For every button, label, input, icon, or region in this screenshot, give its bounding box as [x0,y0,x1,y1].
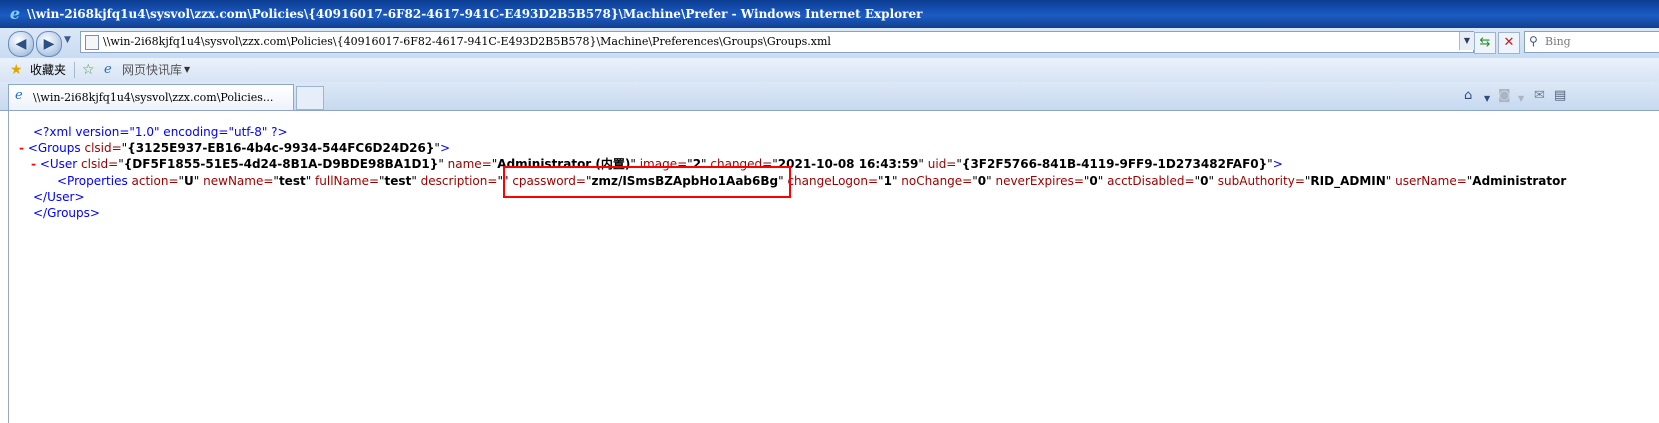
newname-attr: newName= [199,174,274,188]
window-title-bar[interactable]: e \\win-2i68kjfq1u4\sysvol\zzx.com\Polic… [0,0,1659,28]
forward-button[interactable]: ▶ [36,31,62,57]
search-placeholder: Bing [1545,35,1571,48]
window-title: \\win-2i68kjfq1u4\sysvol\zzx.com\Policie… [27,7,923,21]
refresh-button[interactable]: ⇆ [1474,32,1496,54]
address-url[interactable]: \\win-2i68kjfq1u4\sysvol\zzx.com\Policie… [103,32,831,52]
web-slice-gallery-link[interactable]: 网页快讯库 [122,58,182,82]
changelogon-attr: changeLogon= [783,174,879,188]
web-slice-icon: e [104,62,112,77]
changelogon-value: 1 [883,174,892,188]
mail-icon[interactable]: ✉ [1534,89,1545,103]
fullname-attr: fullName= [311,174,380,188]
back-button[interactable]: ◀ [8,31,34,57]
favorites-divider [74,62,75,78]
username-attr: userName= [1391,174,1467,188]
address-dropdown-button[interactable]: ▼ [1459,32,1474,50]
refresh-icon: ⇆ [1479,35,1491,50]
stop-icon: ✕ [1503,35,1515,50]
xml-declaration: <?xml version="1.0" encoding="utf-8" ?> [33,125,288,139]
properties-open-tag: <Properties [57,174,128,188]
user-uid-attr: uid= [923,157,957,171]
groups-clsid-value: {3125E937-EB16-4b4c-9934-544FC6D24D26} [127,141,435,155]
user-open-tag: <User [39,157,78,171]
nochange-attr: noChange= [897,174,973,188]
neverexpires-attr: neverExpires= [991,174,1084,188]
cpassword-highlight-box [503,166,791,198]
acctdisabled-attr: acctDisabled= [1103,174,1195,188]
back-arrow-icon: ◀ [15,36,27,52]
groups-end-tag: </Groups> [33,206,100,220]
groups-close-bracket: > [439,141,451,155]
new-tab-button[interactable] [296,86,324,110]
fullname-value: test [384,174,412,188]
chevron-down-icon: ▼ [1463,36,1471,45]
subauthority-value: RID_ADMIN [1310,174,1386,188]
chevron-down-icon[interactable]: ▼ [1518,92,1524,106]
user-uid-value: {3F2F5766-841B-4119-9FF9-1D273482FAF0} [961,157,1268,171]
tab-bar: e \\win-2i68kjfq1u4\sysvol\zzx.com\Polic… [0,82,1659,111]
description-attr: description= [416,174,498,188]
chevron-down-icon[interactable]: ▼ [184,58,190,82]
print-icon[interactable]: ▤ [1554,89,1566,103]
home-icon[interactable]: ⌂ [1464,89,1472,103]
user-end-tag: </User> [33,190,85,204]
nochange-value: 0 [977,174,987,188]
user-name-attr: name= [443,157,492,171]
xml-document-view: <?xml version="1.0" encoding="utf-8" ?> … [8,111,1659,423]
user-clsid-attr: clsid= [77,157,119,171]
tab-groups-xml[interactable]: e \\win-2i68kjfq1u4\sysvol\zzx.com\Polic… [8,84,294,110]
collapse-toggle[interactable]: - [19,141,24,155]
magnifier-icon: ⚲ [1529,34,1538,48]
user-changed-value: 2021-10-08 16:43:59 [777,157,919,171]
internet-explorer-icon: e [9,4,21,23]
navigation-bar: ◀ ▶ ▼ \\win-2i68kjfq1u4\sysvol\zzx.com\P… [0,28,1659,59]
add-to-favorites-icon[interactable]: ☆ [82,58,95,82]
subauthority-attr: subAuthority= [1213,174,1305,188]
chevron-down-icon[interactable]: ▼ [1484,92,1490,106]
address-bar[interactable]: \\win-2i68kjfq1u4\sysvol\zzx.com\Policie… [80,31,1474,53]
user-close-bracket: > [1272,157,1283,171]
username-value: Administrator [1472,174,1567,188]
groups-open-tag: <Groups [27,141,81,155]
forward-arrow-icon: ▶ [43,36,55,52]
internet-explorer-icon: e [15,88,23,103]
action-value: U [184,174,194,188]
search-box[interactable]: ⚲ Bing [1524,31,1659,53]
stop-button[interactable]: ✕ [1498,32,1520,54]
properties-element-line: <Properties action="U" newName="test" fu… [57,174,1567,188]
star-icon[interactable]: ★ [10,58,23,82]
newname-value: test [278,174,306,188]
groups-clsid-attr: clsid= [80,141,122,155]
favorites-bar: ★ 收藏夹 ☆ e 网页快讯库 ▼ [0,58,1659,83]
favorites-button[interactable]: 收藏夹 [30,58,66,82]
recent-pages-dropdown[interactable]: ▼ [64,35,71,45]
neverexpires-value: 0 [1089,174,1098,188]
groups-element-line: - <Groups clsid="{3125E937-EB16-4b4c-993… [19,141,451,155]
tab-label: \\win-2i68kjfq1u4\sysvol\zzx.com\Policie… [33,91,274,104]
user-clsid-value: {DF5F1855-51E5-4d24-8B1A-D9BDE98BA1D1} [123,157,439,171]
rss-icon[interactable]: ◙ [1498,89,1511,103]
page-icon [85,35,99,50]
collapse-toggle[interactable]: - [31,157,36,171]
action-attr: action= [127,174,179,188]
